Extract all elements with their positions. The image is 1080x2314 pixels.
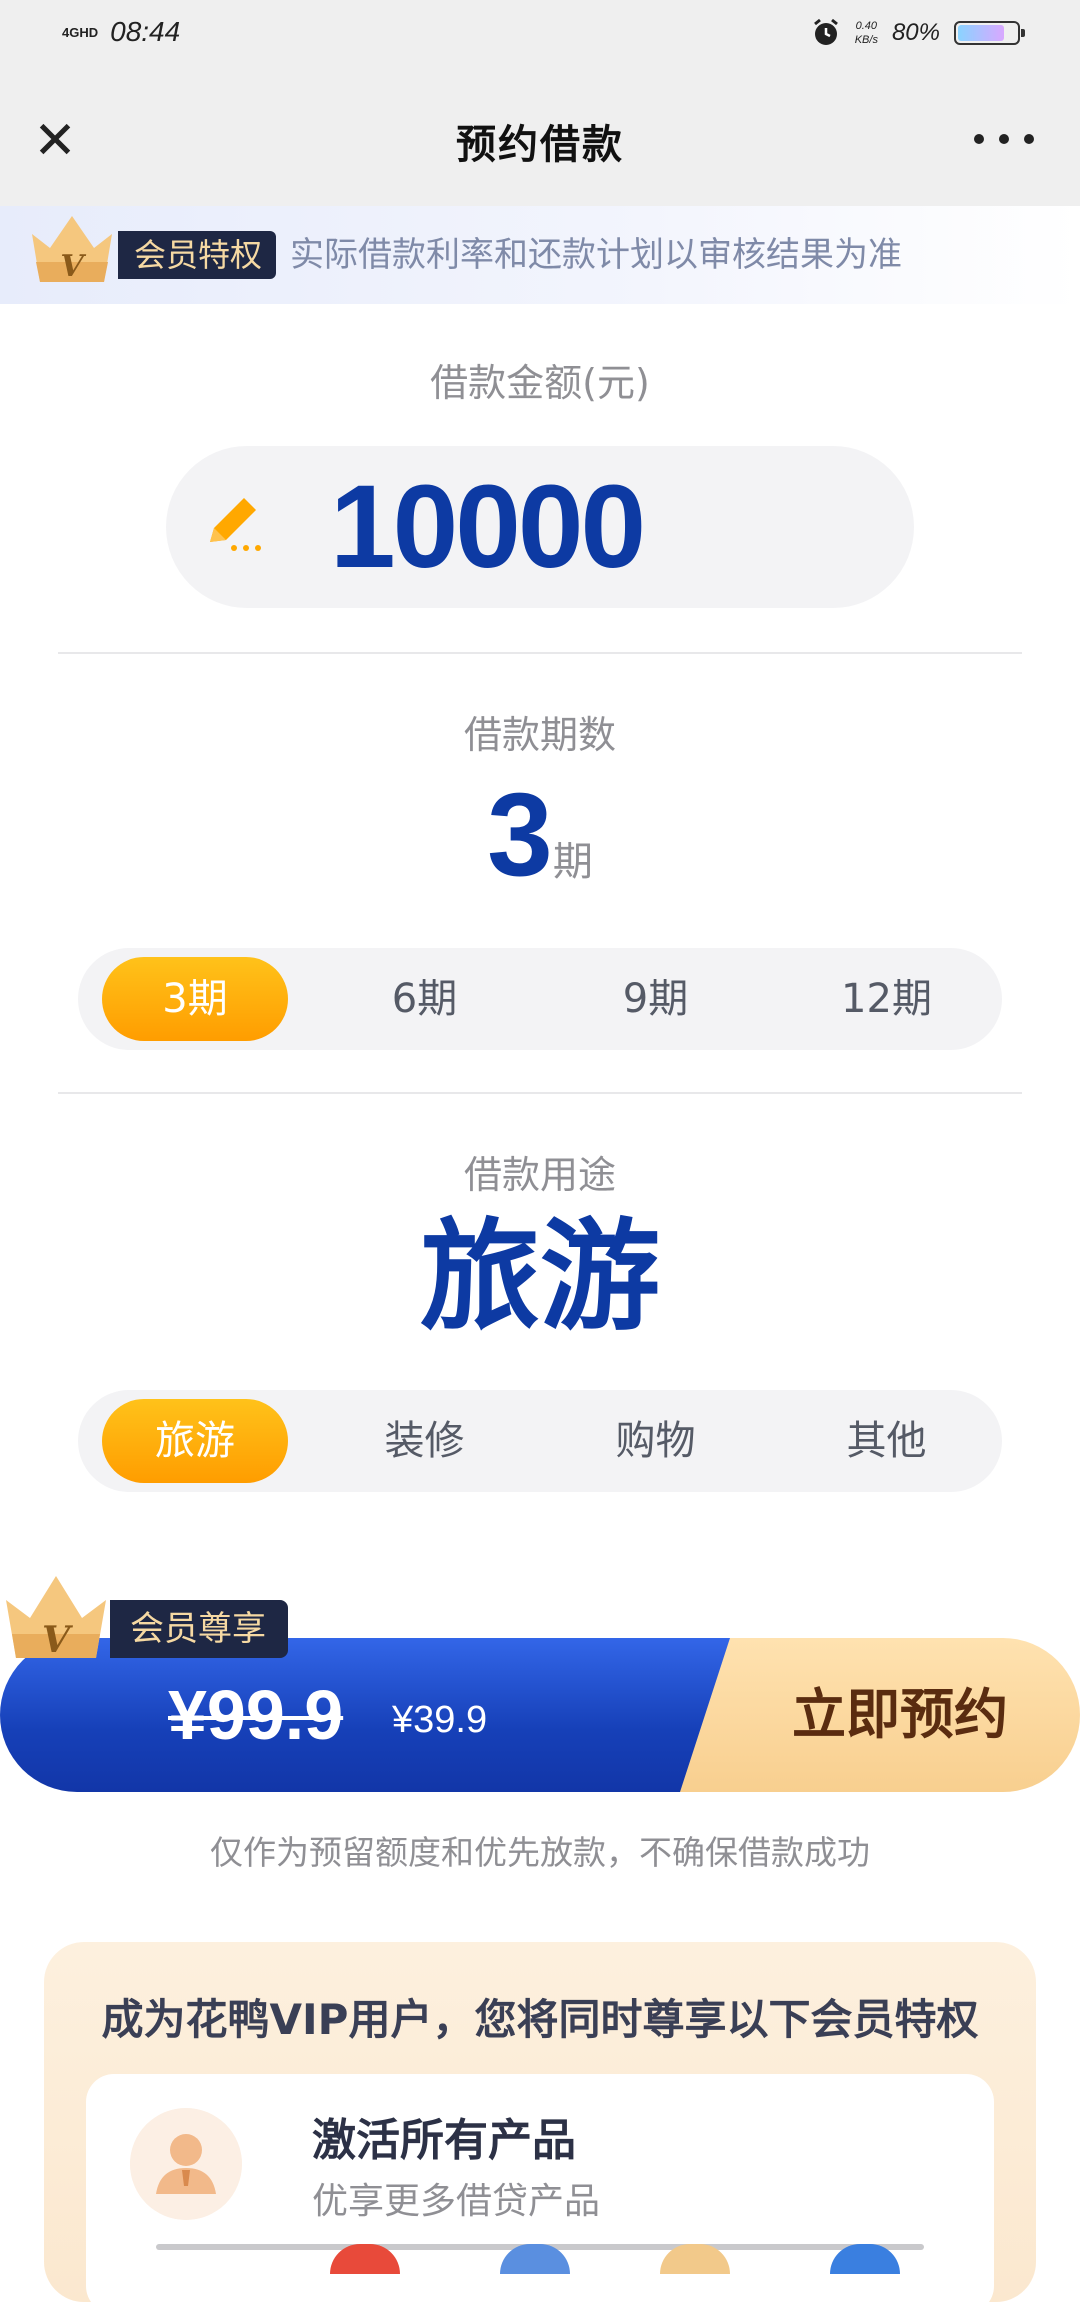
banner-text: 实际借款利率和还款计划以审核结果为准: [290, 235, 902, 275]
svg-text:V: V: [42, 1619, 73, 1661]
benefits-title: 成为花鸭VIP用户，您将同时尊享以下会员特权: [101, 1995, 979, 2044]
nav-bar: ✕ 预约借款: [0, 72, 1080, 206]
disclaimer-note: 仅作为预留额度和优先放款，不确保借款成功: [210, 1833, 870, 1872]
crown-icon: V: [32, 216, 112, 284]
term-value: 3期: [487, 769, 593, 901]
benefit-subtitle: 优享更多借贷产品: [312, 2181, 601, 2222]
original-price: ¥99.9: [168, 1676, 344, 1754]
purpose-value: 旅游: [420, 1208, 660, 1347]
amount-value[interactable]: 10000: [330, 462, 646, 592]
term-option-12[interactable]: 12期: [771, 957, 1002, 1041]
battery-icon: [954, 21, 1025, 45]
crown-icon: V: [6, 1576, 106, 1661]
purpose-option-other[interactable]: 其他: [771, 1399, 1002, 1483]
svg-text:V: V: [60, 249, 86, 284]
term-option-9[interactable]: 9期: [540, 957, 771, 1041]
current-price: ¥39.9: [392, 1699, 488, 1741]
signal-icon: 4GHD: [62, 24, 99, 40]
member-exclusive-tag: 会员尊享: [110, 1600, 288, 1658]
purpose-option-travel[interactable]: 旅游: [102, 1399, 288, 1483]
price-panel[interactable]: [0, 1638, 770, 1792]
member-tag: 会员特权: [118, 231, 277, 279]
alarm-icon: [813, 18, 838, 45]
reserve-button-label[interactable]: 立即预约: [760, 1638, 1040, 1792]
status-time: 08:44: [110, 16, 181, 47]
term-label: 借款期数: [463, 713, 616, 757]
purpose-option-shopping[interactable]: 购物: [540, 1399, 771, 1483]
divider: [58, 1092, 1022, 1094]
divider: [58, 652, 1022, 654]
more-icon[interactable]: [974, 124, 1034, 154]
benefit-title: 激活所有产品: [312, 2115, 576, 2166]
user-avatar-icon: [130, 2108, 242, 2220]
battery-percent: 80%: [891, 19, 940, 46]
status-right: 0.40 KB/s 80%: [811, 18, 1025, 48]
edit-pencil-icon[interactable]: [200, 490, 270, 560]
term-option-6[interactable]: 6期: [309, 957, 540, 1041]
purpose-label: 借款用途: [463, 1153, 616, 1197]
amount-label: 借款金额(元): [430, 361, 650, 405]
purpose-selector: 旅游 装修 购物 其他: [78, 1390, 1002, 1492]
page-title: 预约借款: [456, 121, 624, 168]
term-option-3[interactable]: 3期: [102, 957, 288, 1041]
network-speed: 0.40 KB/s: [854, 20, 878, 46]
term-selector: 3期 6期 9期 12期: [78, 948, 1002, 1050]
member-banner: V 会员特权 实际借款利率和还款计划以审核结果为准: [0, 206, 1080, 304]
status-left: 4GHD 08:44: [62, 16, 180, 48]
purpose-option-renovation[interactable]: 装修: [309, 1399, 540, 1483]
